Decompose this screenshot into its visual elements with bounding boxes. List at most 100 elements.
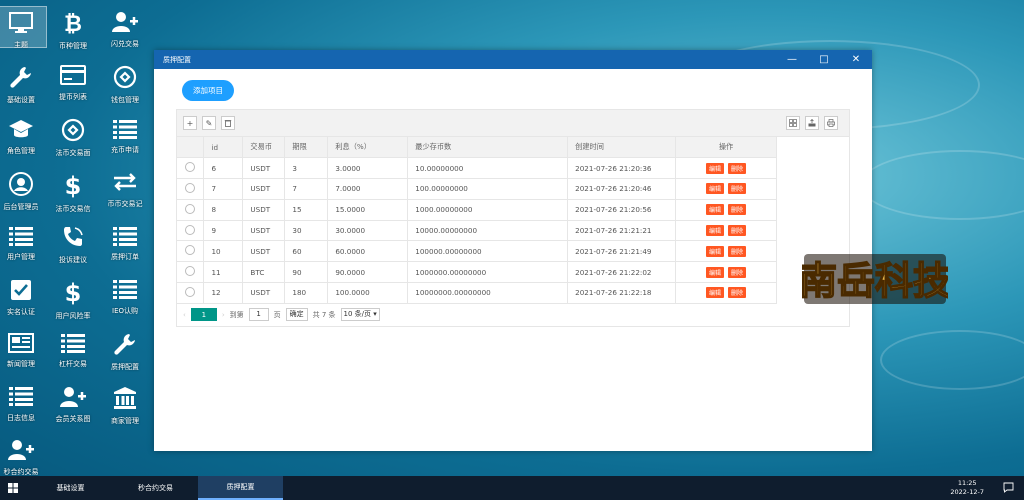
maximize-button[interactable]: □ bbox=[808, 54, 840, 65]
delete-button[interactable]: 删除 bbox=[728, 287, 747, 299]
prev-page-button[interactable]: ‹ bbox=[183, 311, 186, 319]
delete-button[interactable]: 删除 bbox=[728, 183, 747, 195]
taskbar-clock[interactable]: 11:25 2022-12-7 bbox=[950, 479, 984, 497]
svg-text:$: $ bbox=[65, 172, 82, 198]
desktop-icon[interactable]: 日志信息 bbox=[0, 381, 47, 423]
table-row[interactable]: 8 USDT 15 15.0000 1000.00000000 2021-07-26 21… bbox=[177, 199, 777, 221]
edit-button[interactable]: 编辑 bbox=[706, 225, 725, 237]
taskbar-task[interactable]: 质押配置 bbox=[198, 476, 283, 500]
edit-button[interactable]: 编辑 bbox=[706, 245, 725, 257]
desktop-icon[interactable]: 闪兑交易 bbox=[99, 6, 151, 48]
desktop-icon[interactable]: 用户管理 bbox=[0, 220, 47, 262]
desktop-icon-label: 实名认证 bbox=[7, 307, 35, 316]
desktop-icon[interactable]: 法币交易面 bbox=[47, 113, 99, 157]
edit-button[interactable]: 编辑 bbox=[706, 266, 725, 278]
page-size-value: 10 条/页 bbox=[343, 310, 372, 319]
row-radio[interactable] bbox=[185, 203, 196, 214]
edit-icon[interactable]: ✎ bbox=[202, 116, 216, 130]
table-header-id: id bbox=[203, 137, 244, 159]
edit-button[interactable]: 编辑 bbox=[706, 162, 725, 174]
edit-button[interactable]: 编辑 bbox=[706, 287, 725, 299]
desktop-icon[interactable]: 提币列表 bbox=[47, 60, 99, 102]
wrench-icon bbox=[112, 332, 138, 356]
goto-confirm-button[interactable]: 确定 bbox=[285, 308, 308, 322]
cell-created: 2021-07-26 21:22:02 bbox=[567, 261, 677, 284]
table-row[interactable]: 9 USDT 30 30.0000 10000.00000000 2021-07-26 2… bbox=[177, 220, 777, 242]
desktop-icon[interactable]: ₿ 币种管理 bbox=[47, 6, 99, 50]
desktop-icon[interactable]: 实名认证 bbox=[0, 274, 47, 316]
close-button[interactable]: ✕ bbox=[840, 54, 872, 65]
desktop-icon[interactable]: 商家管理 bbox=[99, 381, 151, 425]
cell-rate: 15.0000 bbox=[327, 199, 409, 221]
clock-time: 11:25 bbox=[957, 479, 977, 487]
page-number-current[interactable]: 1 bbox=[190, 308, 217, 322]
table-row[interactable]: 10 USDT 60 60.0000 100000.00000000 2021-07-26… bbox=[177, 240, 777, 263]
row-radio[interactable] bbox=[185, 286, 196, 297]
desktop-icon[interactable]: 角色管理 bbox=[0, 113, 47, 155]
desktop-icon-label: 杠杆交易 bbox=[59, 360, 87, 368]
graduation-cap-icon bbox=[8, 118, 34, 140]
desktop-icon-label: 提币列表 bbox=[59, 92, 87, 101]
desktop-icon[interactable]: IEO认购 bbox=[99, 274, 151, 316]
delete-button[interactable]: 删除 bbox=[728, 225, 747, 237]
window-titlebar[interactable]: 质押配置 — □ ✕ bbox=[154, 50, 872, 69]
desktop-icon[interactable]: 会员关系图 bbox=[47, 381, 99, 423]
row-radio[interactable] bbox=[185, 266, 196, 277]
row-radio[interactable] bbox=[185, 182, 196, 193]
taskbar-task[interactable]: 基础设置 bbox=[28, 476, 113, 500]
table-row[interactable]: 7 USDT 7 7.0000 100.00000000 2021-07-26 21:20… bbox=[177, 178, 777, 200]
desktop-icon[interactable]: 主题 bbox=[0, 6, 47, 49]
windows-icon[interactable] bbox=[0, 476, 26, 500]
desktop-icon[interactable]: 投诉建议 bbox=[47, 220, 99, 264]
desktop-icon[interactable]: 钱包管理 bbox=[99, 60, 151, 104]
desktop-icon[interactable]: 质押配置 bbox=[99, 327, 151, 371]
export-icon[interactable] bbox=[805, 116, 819, 130]
wave-decoration bbox=[880, 330, 1024, 390]
desktop-icon[interactable]: 秒合约交易 bbox=[0, 434, 47, 476]
edit-button[interactable]: 编辑 bbox=[706, 204, 725, 216]
desktop-icon[interactable]: $ 法币交易信 bbox=[47, 167, 99, 213]
taskbar: 基础设置 秒合约交易 质押配置 11:25 2022-12-7 bbox=[0, 476, 1024, 500]
taskbar-task[interactable]: 秒合约交易 bbox=[113, 476, 198, 500]
row-select-cell bbox=[177, 178, 205, 200]
minimize-button[interactable]: — bbox=[776, 54, 808, 65]
desktop-icon[interactable]: 质押订单 bbox=[99, 220, 151, 262]
desktop-icon[interactable]: 基础设置 bbox=[0, 60, 47, 104]
delete-button[interactable]: 删除 bbox=[728, 162, 747, 174]
desktop-icon[interactable]: $ 用户风险率 bbox=[47, 274, 99, 320]
desktop-icon[interactable]: 币币交易记 bbox=[99, 167, 151, 209]
desktop-icon[interactable]: 充币申请 bbox=[99, 113, 151, 155]
table-row[interactable]: 11 BTC 90 90.0000 1000000.00000000 2021-07-26… bbox=[177, 261, 777, 284]
delete-button[interactable]: 删除 bbox=[728, 245, 747, 257]
notification-icon[interactable] bbox=[1003, 482, 1014, 495]
desktop-icon[interactable]: 杠杆交易 bbox=[47, 327, 99, 369]
row-select-cell bbox=[177, 240, 205, 263]
goto-page-input[interactable]: 1 bbox=[248, 308, 269, 322]
edit-button[interactable]: 编辑 bbox=[706, 183, 725, 195]
cell-id: 9 bbox=[203, 220, 244, 242]
add-item-button[interactable]: 添加项目 bbox=[182, 80, 234, 101]
delete-button[interactable]: 删除 bbox=[728, 266, 747, 278]
page-size-select[interactable]: 10 条/页 ▾ bbox=[340, 308, 380, 322]
goto-label: 到第 bbox=[229, 310, 244, 319]
add-icon[interactable]: + bbox=[183, 116, 197, 130]
window-title: 质押配置 bbox=[163, 55, 191, 64]
check-square-icon bbox=[8, 279, 34, 301]
table-row[interactable]: 12 USDT 180 100.0000 10000000.00000000 2021-0… bbox=[177, 282, 777, 304]
table-row[interactable]: 6 USDT 3 3.0000 10.00000000 2021-07-26 21:20:… bbox=[177, 157, 777, 180]
row-radio[interactable] bbox=[185, 162, 196, 173]
cell-rate: 60.0000 bbox=[327, 240, 409, 263]
desktop-icon-label: 商家管理 bbox=[111, 416, 139, 425]
row-radio[interactable] bbox=[185, 224, 196, 235]
columns-icon[interactable] bbox=[786, 116, 800, 130]
cell-term: 60 bbox=[284, 240, 329, 263]
next-page-button[interactable]: › bbox=[222, 311, 225, 319]
row-radio[interactable] bbox=[185, 245, 196, 256]
desktop-icon-label: 用户管理 bbox=[7, 253, 35, 261]
desktop-icon[interactable]: 新闻管理 bbox=[0, 327, 47, 369]
trash-icon[interactable] bbox=[221, 116, 235, 130]
desktop-icon-label: IEO认购 bbox=[112, 306, 138, 315]
delete-button[interactable]: 删除 bbox=[728, 204, 747, 216]
desktop-icon[interactable]: 后台管理员 bbox=[0, 167, 47, 211]
print-icon[interactable] bbox=[824, 116, 838, 130]
